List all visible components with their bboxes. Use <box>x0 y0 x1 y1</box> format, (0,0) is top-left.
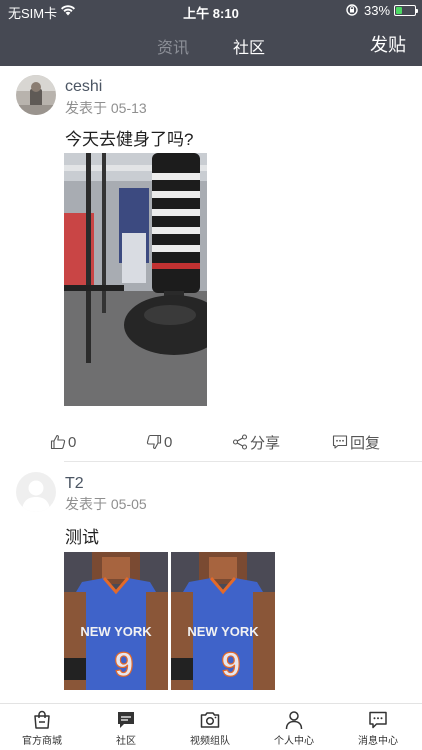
tab-label: 视频组队 <box>190 736 230 747</box>
tab-community[interactable]: 社区 <box>233 34 265 58</box>
like-count: 0 <box>68 433 77 451</box>
thumbs-down-icon <box>146 434 162 450</box>
post-username[interactable]: ceshi <box>65 78 102 96</box>
share-button[interactable]: 分享 <box>232 430 280 454</box>
default-avatar-icon <box>16 472 56 512</box>
comment-icon <box>332 435 348 449</box>
tab-profile[interactable]: 个人中心 <box>252 710 336 747</box>
tab-label: 官方商城 <box>22 736 62 747</box>
reply-label: 回复 <box>350 434 381 452</box>
jersey-text: NEW YORK <box>187 624 259 639</box>
post-card[interactable]: T2 发表于 05-05 测试 NEW YORK 9 NEW YORK 9 <box>0 462 422 702</box>
svg-text:9: 9 <box>115 646 134 684</box>
camera-icon <box>200 712 220 728</box>
battery-fill <box>396 7 402 14</box>
post-date: 发表于 05-05 <box>65 496 147 512</box>
like-button[interactable]: 0 <box>50 430 76 454</box>
person-icon <box>285 711 303 730</box>
tab-label: 个人中心 <box>274 736 314 747</box>
post-date: 发表于 05-13 <box>65 100 147 116</box>
svg-text:9: 9 <box>222 646 241 684</box>
tab-label: 社区 <box>116 736 136 747</box>
battery-percent: 33% <box>364 3 391 18</box>
post-image-gym[interactable] <box>64 153 207 406</box>
post-image-1[interactable]: NEW YORK 9 <box>64 552 168 690</box>
shopping-bag-icon <box>34 710 50 729</box>
message-icon <box>369 711 387 729</box>
tab-messages[interactable]: 消息中心 <box>336 710 420 747</box>
tab-video-team[interactable]: 视频组队 <box>168 710 252 747</box>
share-label: 分享 <box>250 434 281 452</box>
dislike-button[interactable]: 0 <box>146 430 172 454</box>
header-bar: 无SIM卡 上午 8:10 33% 资讯 社区 发贴 <box>0 0 422 66</box>
chat-bubble-icon <box>118 712 134 728</box>
post-card[interactable]: ceshi 发表于 05-13 今天去健身了吗? 0 0 分享 回复 <box>0 66 422 462</box>
bottom-tab-bar: 官方商城 社区 视频组队 个人中心 消息中心 <box>0 703 422 750</box>
tab-news[interactable]: 资讯 <box>157 34 189 58</box>
thumbs-up-icon <box>50 434 66 450</box>
tab-official-store[interactable]: 官方商城 <box>0 710 84 747</box>
tab-community-bottom[interactable]: 社区 <box>84 710 168 747</box>
avatar-photo <box>16 75 56 115</box>
nav-tabs: 资讯 社区 <box>0 34 422 57</box>
dislike-count: 0 <box>164 433 173 451</box>
post-image-2[interactable]: NEW YORK 9 <box>171 552 275 690</box>
status-time: 上午 8:10 <box>183 6 239 21</box>
new-post-button[interactable]: 发贴 <box>370 31 406 57</box>
post-username[interactable]: T2 <box>65 475 84 493</box>
avatar[interactable] <box>16 75 56 115</box>
rotation-lock-icon <box>346 4 358 16</box>
post-content: 测试 <box>65 528 99 547</box>
post-actions: 0 0 分享 回复 <box>0 430 422 454</box>
share-icon <box>232 434 248 450</box>
post-content: 今天去健身了吗? <box>65 130 194 149</box>
reply-button[interactable]: 回复 <box>332 430 380 454</box>
jersey-text: NEW YORK <box>80 624 152 639</box>
tab-label: 消息中心 <box>358 736 398 747</box>
status-bar: 无SIM卡 上午 8:10 33% <box>0 0 422 22</box>
battery-icon <box>394 5 418 16</box>
avatar[interactable] <box>16 472 56 512</box>
